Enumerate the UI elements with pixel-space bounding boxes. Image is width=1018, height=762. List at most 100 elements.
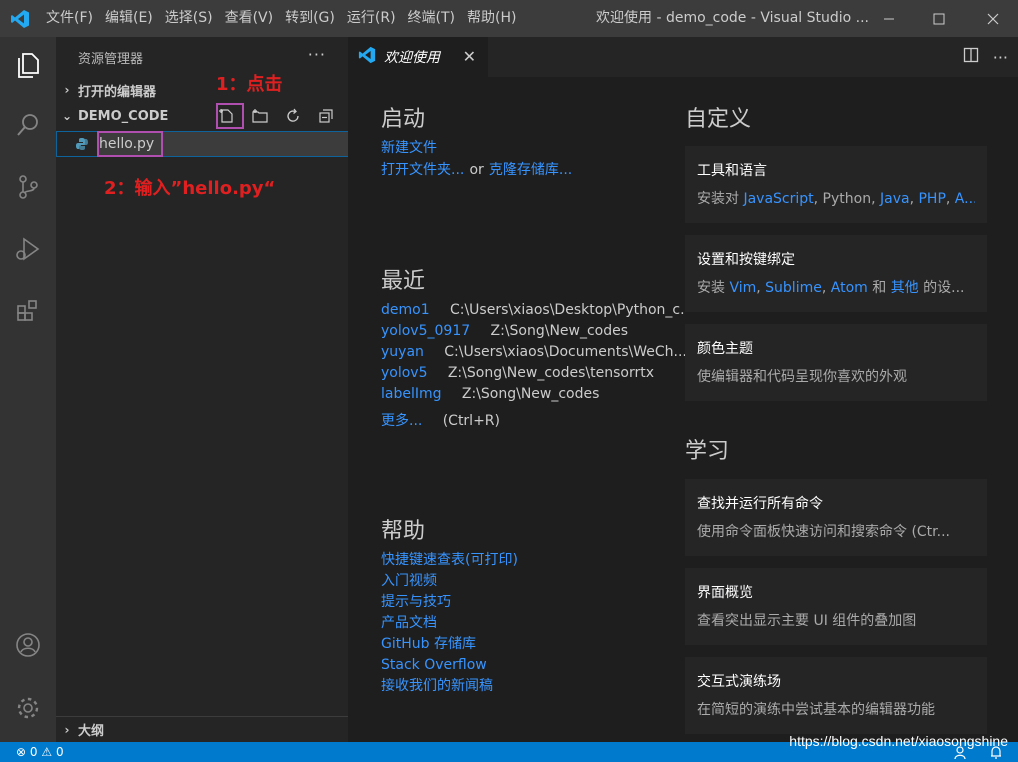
menu-edit[interactable]: 编辑(E) [99, 0, 159, 37]
help-heading: 帮助 [381, 519, 426, 544]
run-debug-icon[interactable] [0, 223, 56, 275]
card-title: 交互式演练场 [697, 674, 781, 690]
recent-item-name[interactable]: yuyan [381, 344, 424, 360]
lang-link[interactable]: JavaScript [743, 191, 813, 207]
help-link-tips[interactable]: 提示与技巧 [381, 594, 451, 610]
editor-tab-bar: 欢迎使用 ✕ ··· [348, 37, 1018, 77]
menu-selection[interactable]: 选择(S) [159, 0, 219, 37]
menu-help[interactable]: 帮助(H) [461, 0, 522, 37]
more-recent-shortcut: (Ctrl+R) [442, 413, 500, 429]
clone-repo-link[interactable]: 克隆存储库... [489, 162, 572, 178]
help-link-github[interactable]: GitHub 存储库 [381, 636, 476, 652]
split-editor-icon[interactable] [963, 47, 979, 67]
outline-section[interactable]: › 大纲 [56, 716, 348, 742]
card-title: 查找并运行所有命令 [697, 496, 823, 512]
python-file-icon [75, 136, 89, 155]
annotation-step-1: 1：点击 [216, 74, 283, 95]
welcome-page: 启动 新建文件 打开文件夹... or 克隆存储库... 最近 demo1 C:… [348, 77, 1018, 742]
account-icon[interactable] [0, 619, 56, 671]
lang-link[interactable]: PHP [918, 191, 945, 207]
outline-label: 大纲 [78, 724, 105, 739]
explorer-sidebar: 资源管理器 ··· › 打开的编辑器 ⌄ DEMO_CODE 1：点击 hell… [56, 37, 348, 742]
minimize-button[interactable] [864, 0, 914, 37]
activity-bar [0, 37, 56, 742]
recent-item-name[interactable]: demo1 [381, 302, 430, 318]
vscode-logo-icon [0, 0, 40, 37]
card-title: 工具和语言 [697, 163, 767, 179]
warning-icon: ⚠ [41, 745, 53, 759]
card-title: 颜色主题 [697, 341, 753, 357]
or-text: or [469, 162, 484, 178]
card-desc: 安装对 JavaScript, Python, Java, PHP, A... [697, 188, 975, 208]
keymap-link[interactable]: Vim [729, 280, 756, 296]
help-link-newsletter[interactable]: 接收我们的新闻稿 [381, 678, 493, 694]
new-file-link[interactable]: 新建文件 [381, 140, 437, 156]
card-color-theme[interactable]: 颜色主题 使编辑器和代码呈现你喜欢的外观 [685, 324, 987, 401]
editor-actions: ··· [963, 37, 1008, 77]
refresh-icon[interactable] [276, 103, 309, 129]
close-icon[interactable]: ✕ [463, 47, 476, 66]
card-desc: 安装 Vim, Sublime, Atom 和 其他 的设... [697, 280, 965, 296]
collapse-all-icon[interactable] [309, 103, 342, 129]
watermark-text: https://blog.csdn.net/xiaosongshine [789, 733, 1008, 749]
new-folder-icon[interactable] [243, 103, 276, 129]
new-file-row[interactable]: hello.py [56, 131, 348, 157]
more-actions-icon[interactable]: ··· [993, 48, 1008, 67]
menu-file[interactable]: 文件(F) [40, 0, 99, 37]
keymap-link[interactable]: Atom [831, 280, 868, 296]
folder-section[interactable]: ⌄ DEMO_CODE [56, 103, 348, 129]
start-heading: 启动 [381, 107, 426, 132]
keymap-link[interactable]: 其他 [891, 280, 919, 296]
settings-gear-icon[interactable] [0, 682, 56, 734]
card-interactive-playground[interactable]: 交互式演练场 在简短的演练中尝试基本的编辑器功能 [685, 657, 987, 734]
tab-label: 欢迎使用 [384, 50, 440, 66]
card-desc: 使编辑器和代码呈现你喜欢的外观 [697, 369, 907, 385]
help-link-docs[interactable]: 产品文档 [381, 615, 437, 631]
card-settings-keybindings[interactable]: 设置和按键绑定 安装 Vim, Sublime, Atom 和 其他 的设... [685, 235, 987, 312]
extensions-icon[interactable] [0, 285, 56, 337]
annotation-step-2: 2：输入”hello.py“ [104, 178, 276, 199]
chevron-right-icon: › [64, 722, 70, 737]
search-icon[interactable] [0, 99, 56, 151]
warning-count: 0 [55, 745, 64, 759]
title-bar: 文件(F) 编辑(E) 选择(S) 查看(V) 转到(G) 运行(R) 终端(T… [0, 0, 1018, 37]
lang-link[interactable]: Java [880, 191, 910, 207]
source-control-icon[interactable] [0, 161, 56, 213]
open-editors-section[interactable]: › 打开的编辑器 [56, 77, 348, 103]
menu-terminal[interactable]: 终端(T) [402, 0, 461, 37]
menu-view[interactable]: 查看(V) [219, 0, 280, 37]
more-recent-link[interactable]: 更多... [381, 413, 422, 429]
card-interface-overview[interactable]: 界面概览 查看突出显示主要 UI 组件的叠加图 [685, 568, 987, 645]
vscode-tab-icon [358, 46, 376, 68]
card-tools-languages[interactable]: 工具和语言 安装对 JavaScript, Python, Java, PHP,… [685, 146, 987, 223]
card-command-palette[interactable]: 查找并运行所有命令 使用命令面板快速访问和搜索命令 (Ctr... [685, 479, 987, 556]
help-link-stackoverflow[interactable]: Stack Overflow [381, 657, 487, 673]
recent-item-name[interactable]: yolov5_0917 [381, 323, 470, 339]
folder-label: DEMO_CODE [78, 108, 169, 124]
help-link-keyboard-cheatsheet[interactable]: 快捷键速查表(可打印) [381, 552, 518, 568]
open-folder-link[interactable]: 打开文件夹... [381, 162, 464, 178]
sidebar-header: 资源管理器 ··· [56, 37, 348, 77]
recent-heading: 最近 [381, 269, 426, 294]
problems-indicator[interactable]: ⊗ 0 ⚠ 0 [16, 745, 64, 759]
recent-item-name[interactable]: yolov5 [381, 365, 428, 381]
card-desc: 查看突出显示主要 UI 组件的叠加图 [697, 613, 917, 629]
recent-item-path: C:\Users\xiaos\Documents\WeCh... [444, 344, 686, 360]
help-link-intro-videos[interactable]: 入门视频 [381, 573, 437, 589]
menu-go[interactable]: 转到(G) [279, 0, 341, 37]
recent-item-name[interactable]: labelImg [381, 386, 442, 402]
maximize-button[interactable] [914, 0, 964, 37]
tab-welcome[interactable]: 欢迎使用 ✕ [348, 37, 488, 77]
window-title: 欢迎使用 - demo_code - Visual Studio ... [596, 10, 870, 26]
annotation-highlight-box [216, 103, 244, 129]
more-actions-icon[interactable]: ··· [308, 45, 326, 64]
sidebar-title: 资源管理器 [78, 51, 144, 67]
error-icon: ⊗ [16, 745, 27, 759]
close-window-button[interactable] [968, 0, 1018, 37]
error-count: 0 [29, 745, 38, 759]
keymap-link[interactable]: Sublime [765, 280, 822, 296]
card-desc: 使用命令面板快速访问和搜索命令 (Ctr... [697, 524, 950, 540]
explorer-icon[interactable] [0, 39, 56, 91]
menu-run[interactable]: 运行(R) [341, 0, 402, 37]
lang-link[interactable]: A... [955, 191, 975, 207]
